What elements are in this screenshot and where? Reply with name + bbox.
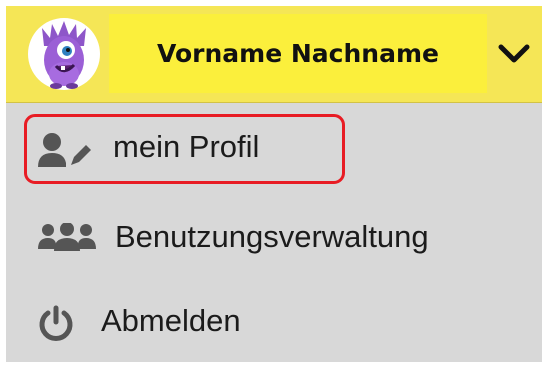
menu-item-label: Abmelden [101,303,241,338]
menu-item-label: mein Profil [113,129,260,164]
users-group-icon [38,223,96,251]
menu-item-logout[interactable]: Abmelden [6,277,542,362]
avatar[interactable] [28,18,100,90]
user-name-button[interactable]: Vorname Nachname [109,14,487,93]
dropdown-menu: mein Profil Benutzungsverwaltung Abmelde… [6,103,542,362]
user-edit-icon [38,133,91,167]
power-icon [39,305,73,341]
user-dropdown-panel: Vorname Nachname mein Profil Benutzungsv… [6,6,542,362]
user-name: Vorname Nachname [157,39,439,68]
user-header: Vorname Nachname [6,6,542,103]
chevron-down-icon[interactable] [496,38,532,70]
menu-item-user-management[interactable]: Benutzungsverwaltung [6,195,542,277]
menu-item-profile[interactable]: mein Profil [6,103,542,195]
menu-item-label: Benutzungsverwaltung [115,219,429,254]
